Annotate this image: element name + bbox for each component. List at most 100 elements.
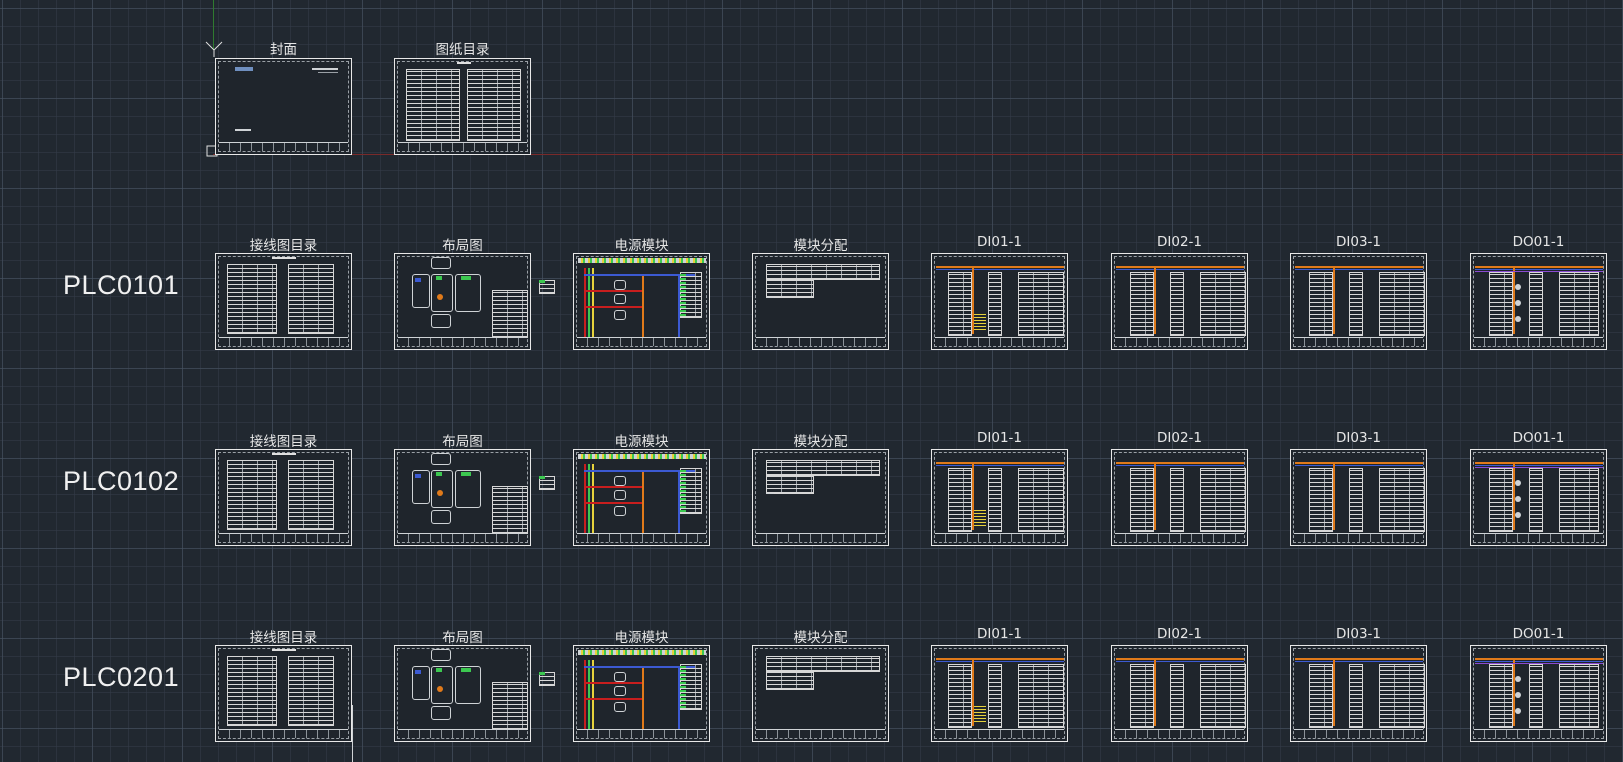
io-orange-wire bbox=[1154, 660, 1156, 726]
sheet-wiring-index[interactable] bbox=[215, 253, 352, 350]
sheet-layout[interactable] bbox=[394, 449, 555, 546]
sheet-do01[interactable] bbox=[1470, 449, 1607, 546]
sheet-title-block bbox=[219, 533, 348, 542]
do-relay bbox=[1515, 692, 1521, 698]
io-header-wire-orange bbox=[1475, 658, 1603, 660]
wire-yellow bbox=[592, 268, 594, 338]
wire-yellow bbox=[592, 464, 594, 534]
io-module-table bbox=[1489, 664, 1513, 728]
module-indicator bbox=[437, 294, 443, 300]
sheet-module-allocation[interactable] bbox=[752, 449, 889, 546]
sheet-di03[interactable] bbox=[1290, 449, 1427, 546]
sheet-layout[interactable] bbox=[394, 645, 555, 742]
sheet-title-block bbox=[1115, 729, 1244, 738]
terminal-accent bbox=[680, 664, 686, 708]
sheet-di01[interactable] bbox=[931, 253, 1068, 350]
module-indicator bbox=[436, 276, 442, 280]
sheet-wiring-index[interactable] bbox=[215, 449, 352, 546]
sheet-label-cover: 封面 bbox=[270, 42, 297, 58]
sheet-di03[interactable] bbox=[1290, 253, 1427, 350]
io-orange-wire bbox=[1333, 464, 1335, 530]
sheet-di02[interactable] bbox=[1111, 449, 1248, 546]
sheet-title-block bbox=[219, 729, 348, 738]
io-module-table bbox=[948, 664, 972, 728]
wire-red bbox=[584, 268, 586, 338]
index-table-left bbox=[227, 264, 277, 334]
io-module-body bbox=[1170, 468, 1184, 532]
sheet-power-module[interactable] bbox=[573, 449, 710, 546]
sheet-title-block bbox=[577, 533, 706, 542]
io-header-wire-orange bbox=[1475, 462, 1603, 464]
sheet-module-allocation[interactable] bbox=[752, 645, 889, 742]
module-indicator bbox=[461, 668, 471, 672]
wire-red-horizontal bbox=[584, 306, 644, 308]
wire-green bbox=[588, 268, 590, 338]
wire-red bbox=[584, 464, 586, 534]
sheet-title-block bbox=[756, 729, 885, 738]
sheet-di02[interactable] bbox=[1111, 253, 1248, 350]
io-terminal-table bbox=[1200, 468, 1246, 532]
sheet-di01[interactable] bbox=[931, 449, 1068, 546]
di-accent bbox=[974, 510, 986, 526]
sheet-label-drawing-index: 图纸目录 bbox=[435, 42, 490, 58]
allocation-table bbox=[766, 264, 880, 280]
io-header-wire-blue bbox=[936, 269, 1064, 270]
sheet-label: 模块分配 bbox=[793, 434, 848, 450]
cabinet-center-module bbox=[431, 666, 453, 704]
sheet-do01[interactable] bbox=[1470, 253, 1607, 350]
io-orange-wire bbox=[1333, 268, 1335, 334]
breaker-block bbox=[614, 280, 626, 290]
index-title-line bbox=[457, 62, 471, 64]
sheet-do01[interactable] bbox=[1470, 645, 1607, 742]
io-terminal-table bbox=[1379, 664, 1425, 728]
sheet-title-block bbox=[577, 337, 706, 346]
sheet-title-block bbox=[577, 729, 706, 738]
sheet-power-module[interactable] bbox=[573, 645, 710, 742]
sheet-cover[interactable] bbox=[215, 58, 352, 155]
sheet-di03[interactable] bbox=[1290, 645, 1427, 742]
sheet-label: 布局图 bbox=[442, 630, 483, 646]
cover-logo bbox=[235, 67, 253, 71]
sheet-title-block bbox=[935, 533, 1064, 542]
cover-heading-line bbox=[318, 72, 338, 73]
sheet-title-block bbox=[1474, 729, 1603, 738]
sheet-title-block bbox=[1294, 729, 1423, 738]
row-title-plc0102: PLC0102 bbox=[63, 466, 180, 496]
do-relay bbox=[1515, 708, 1521, 714]
allocation-note bbox=[766, 689, 774, 690]
sheet-label: DI03-1 bbox=[1335, 626, 1381, 642]
do-purple-wire bbox=[1475, 467, 1603, 468]
sheet-power-module[interactable] bbox=[573, 253, 710, 350]
io-terminal-table bbox=[1018, 664, 1064, 728]
allocation-note bbox=[766, 493, 774, 494]
sheet-layout[interactable] bbox=[394, 253, 555, 350]
breaker-block bbox=[614, 490, 626, 500]
sheet-di01[interactable] bbox=[931, 645, 1068, 742]
module-indicator bbox=[415, 474, 421, 478]
io-terminal-table bbox=[1559, 272, 1599, 336]
wire-orange bbox=[642, 276, 644, 338]
wire-orange bbox=[642, 472, 644, 534]
io-module-body bbox=[1170, 272, 1184, 336]
sheet-label: 布局图 bbox=[442, 238, 483, 254]
sheet-label: DI02-1 bbox=[1156, 430, 1202, 446]
io-header-wire-blue bbox=[1116, 465, 1244, 466]
sheet-title-block bbox=[1474, 533, 1603, 542]
io-header-wire-orange bbox=[1295, 658, 1423, 660]
io-module-body bbox=[1349, 468, 1363, 532]
sheet-di02[interactable] bbox=[1111, 645, 1248, 742]
io-header-wire-blue bbox=[1295, 269, 1423, 270]
io-module-body bbox=[1529, 272, 1543, 336]
io-module-body bbox=[988, 272, 1002, 336]
sheet-wiring-index[interactable] bbox=[215, 645, 352, 742]
sheet-module-allocation[interactable] bbox=[752, 253, 889, 350]
module-indicator bbox=[461, 472, 471, 476]
io-header-wire-blue bbox=[1116, 269, 1244, 270]
allocation-note bbox=[766, 297, 774, 298]
row-title-plc0201: PLC0201 bbox=[63, 662, 180, 692]
module-indicator bbox=[436, 668, 442, 672]
io-terminal-table bbox=[1018, 272, 1064, 336]
external-note-accent bbox=[539, 672, 545, 675]
sheet-drawing-index[interactable] bbox=[394, 58, 531, 155]
io-header-wire-orange bbox=[1116, 658, 1244, 660]
